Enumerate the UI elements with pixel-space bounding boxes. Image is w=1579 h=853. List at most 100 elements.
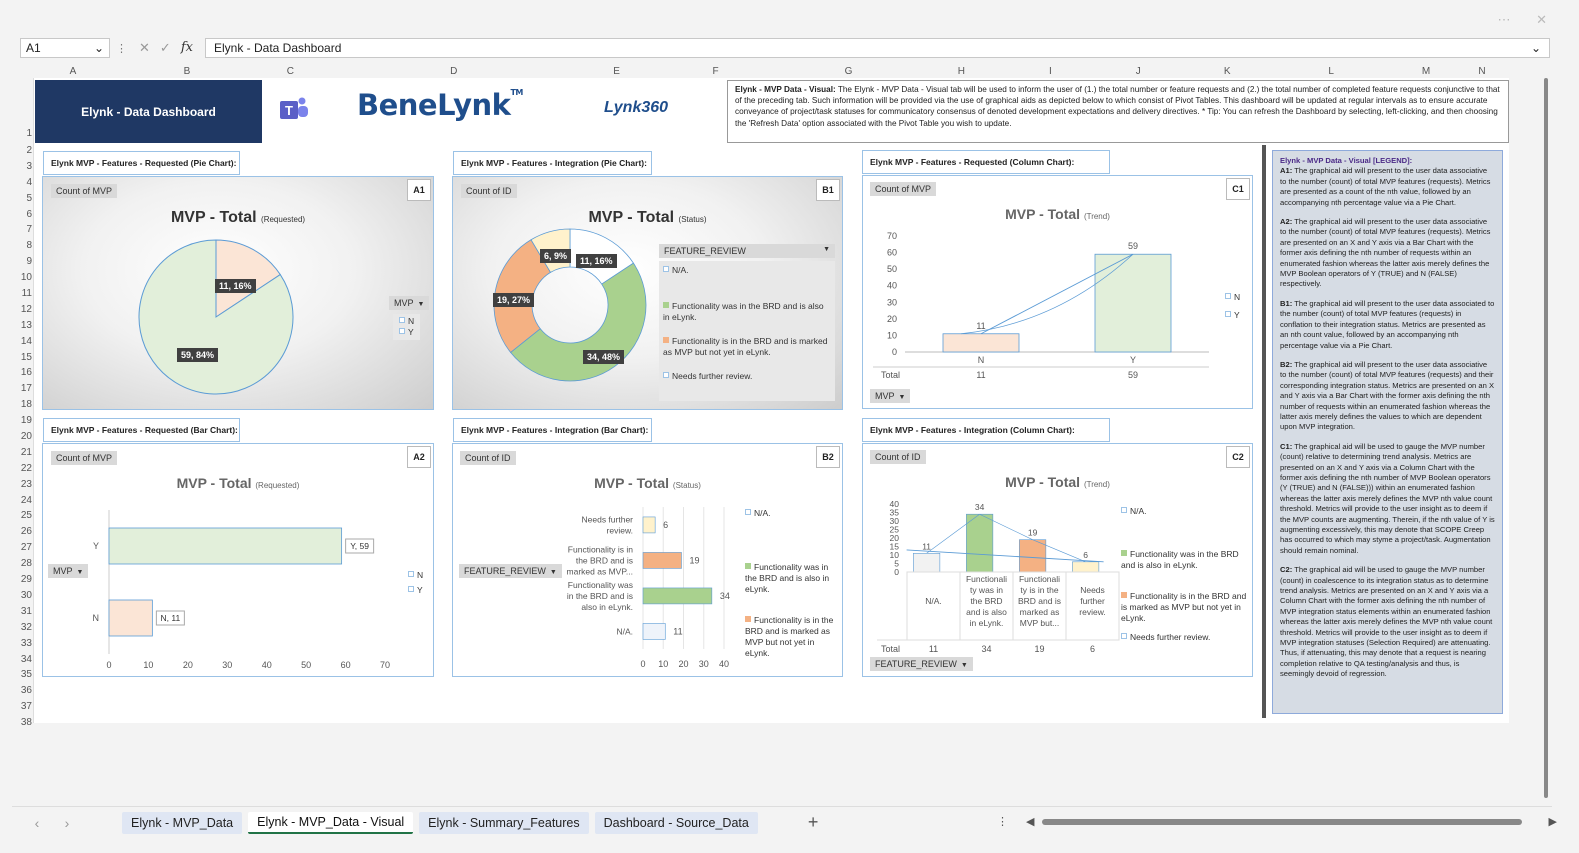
- column-header[interactable]: B: [112, 66, 262, 78]
- filter-mvp-button[interactable]: MVP ▼: [48, 564, 89, 578]
- row-header[interactable]: 7: [12, 222, 32, 238]
- row-header[interactable]: 9: [12, 254, 32, 270]
- prev-sheet-icon[interactable]: ‹: [22, 815, 52, 831]
- column-header[interactable]: F: [645, 66, 787, 78]
- row-header[interactable]: 15: [12, 350, 32, 366]
- horizontal-scroll-thumb[interactable]: [1042, 818, 1523, 825]
- data-label: 11: [976, 321, 985, 331]
- legend-text: Functionality was in the BRD and is also…: [663, 301, 824, 322]
- y-tick-line: marked as MVP...: [567, 566, 633, 576]
- check-icon[interactable]: ✓: [160, 40, 171, 56]
- row-header[interactable]: 31: [12, 604, 32, 620]
- row-header[interactable]: 29: [12, 572, 32, 588]
- vertical-scrollbar[interactable]: [1540, 66, 1552, 806]
- sheet-tab[interactable]: Elynk - Summary_Features: [419, 811, 589, 834]
- row-header[interactable]: 32: [12, 620, 32, 636]
- row-header[interactable]: 24: [12, 493, 32, 509]
- row-header[interactable]: 10: [12, 270, 32, 286]
- y-tick-label: 70: [887, 231, 897, 241]
- chart-c2[interactable]: C2 Count of ID MVP - Total (Trend) 0 5 10 1…: [862, 443, 1253, 677]
- row-header[interactable]: 37: [12, 699, 32, 715]
- filter-feature-review-button[interactable]: FEATURE_REVIEW ▼: [659, 244, 835, 258]
- row-header[interactable]: 6: [12, 207, 32, 223]
- row-header[interactable]: 23: [12, 477, 32, 493]
- row-header[interactable]: 16: [12, 365, 32, 381]
- dashboard-title-cell[interactable]: Elynk - Data Dashboard: [35, 80, 262, 143]
- column-header[interactable]: C: [262, 66, 319, 78]
- row-header[interactable]: 17: [12, 381, 32, 397]
- y-tick-label: 50: [887, 264, 897, 274]
- formula-input[interactable]: Elynk - Data Dashboard ⌄: [204, 38, 1550, 58]
- chart-a2[interactable]: A2 Count of MVP MVP - Total (Requested) …: [42, 443, 434, 677]
- column-header[interactable]: N: [1456, 66, 1508, 78]
- chart-b1[interactable]: B1 Count of ID MVP - Total (Status) 6, 9…: [452, 176, 843, 410]
- column-header[interactable]: L: [1266, 66, 1396, 78]
- row-header[interactable]: 1: [12, 80, 32, 143]
- row-header[interactable]: 19: [12, 413, 32, 429]
- filter-feature-review-button[interactable]: FEATURE_REVIEW ▼: [459, 564, 562, 578]
- scroll-thumb[interactable]: [1544, 78, 1548, 798]
- description-textbox[interactable]: Elynk - MVP Data - Visual: The Elynk - M…: [727, 80, 1509, 143]
- row-header[interactable]: 21: [12, 445, 32, 461]
- legend-textbox[interactable]: Elynk - MVP Data - Visual [LEGEND]: A1: …: [1272, 150, 1503, 714]
- legend-item: Y: [399, 327, 414, 338]
- column-header[interactable]: E: [589, 66, 645, 78]
- function-icon[interactable]: fx: [181, 40, 193, 56]
- row-header[interactable]: 8: [12, 238, 32, 254]
- name-box[interactable]: A1 ⌄: [20, 38, 110, 58]
- row-header[interactable]: 30: [12, 588, 32, 604]
- column-header[interactable]: I: [1012, 66, 1088, 78]
- chart-c1[interactable]: C1 Count of MVP MVP - Total (Trend) 0 10 2…: [862, 175, 1253, 409]
- legend-text: Functionality is in the BRD and is marke…: [745, 615, 834, 658]
- tab-options-icon[interactable]: ⋮: [997, 815, 1008, 828]
- more-icon[interactable]: ⋯: [1497, 12, 1512, 27]
- row-header[interactable]: 25: [12, 508, 32, 524]
- filter-mvp-button[interactable]: MVP ▼: [389, 296, 430, 310]
- column-header[interactable]: K: [1188, 66, 1266, 78]
- sheet-tab[interactable]: Dashboard - Source_Data: [594, 811, 758, 834]
- expand-chevron-icon[interactable]: ⌄: [1531, 41, 1541, 55]
- filter-feature-review-button[interactable]: FEATURE_REVIEW ▼: [870, 657, 973, 671]
- row-header[interactable]: 27: [12, 540, 32, 556]
- row-header[interactable]: 28: [12, 556, 32, 572]
- row-header[interactable]: 38: [12, 715, 32, 731]
- formula-text: Elynk - Data Dashboard: [213, 41, 342, 55]
- row-header[interactable]: 20: [12, 429, 32, 445]
- row-header[interactable]: 18: [12, 397, 32, 413]
- row-header[interactable]: 36: [12, 683, 32, 699]
- column-header[interactable]: M: [1396, 66, 1456, 78]
- kebab-icon[interactable]: ⋮: [116, 42, 127, 55]
- column-header[interactable]: H: [910, 66, 1012, 78]
- scroll-left-icon[interactable]: ◀: [1026, 815, 1034, 828]
- add-sheet-icon[interactable]: +: [808, 812, 819, 833]
- row-header[interactable]: 34: [12, 652, 32, 668]
- row-header[interactable]: 22: [12, 461, 32, 477]
- row-header[interactable]: 12: [12, 302, 32, 318]
- cancel-icon[interactable]: ✕: [139, 40, 150, 56]
- sheet-tab[interactable]: Elynk - MVP_Data: [122, 811, 243, 834]
- row-header[interactable]: 11: [12, 286, 32, 302]
- x-tick-line: Needs: [1080, 585, 1105, 595]
- row-header[interactable]: 3: [12, 159, 32, 175]
- row-header[interactable]: 35: [12, 667, 32, 683]
- filter-mvp-button[interactable]: MVP ▼: [870, 389, 911, 403]
- chart-b2[interactable]: B2 Count of ID MVP - Total (Status) 0 10 2…: [452, 443, 843, 677]
- column-header[interactable]: A: [34, 66, 112, 78]
- column-header[interactable]: J: [1088, 66, 1188, 78]
- row-header[interactable]: 4: [12, 175, 32, 191]
- legend-swatch: [1225, 293, 1231, 299]
- row-header[interactable]: 2: [12, 143, 32, 159]
- chart-a1[interactable]: A1 Count of MVP MVP - Total (Requested) …: [42, 176, 434, 410]
- row-header[interactable]: 13: [12, 318, 32, 334]
- row-header[interactable]: 5: [12, 191, 32, 207]
- row-header[interactable]: 14: [12, 334, 32, 350]
- scroll-right-icon[interactable]: ▶: [1548, 815, 1556, 828]
- row-header[interactable]: 26: [12, 524, 32, 540]
- sheet-tab[interactable]: Elynk - MVP_Data - Visual: [248, 811, 414, 834]
- close-icon[interactable]: ✕: [1536, 12, 1549, 27]
- next-sheet-icon[interactable]: ›: [52, 815, 82, 831]
- column-header[interactable]: G: [787, 66, 911, 78]
- x-tick-label: 10: [143, 660, 153, 670]
- column-header[interactable]: D: [319, 66, 589, 78]
- row-header[interactable]: 33: [12, 636, 32, 652]
